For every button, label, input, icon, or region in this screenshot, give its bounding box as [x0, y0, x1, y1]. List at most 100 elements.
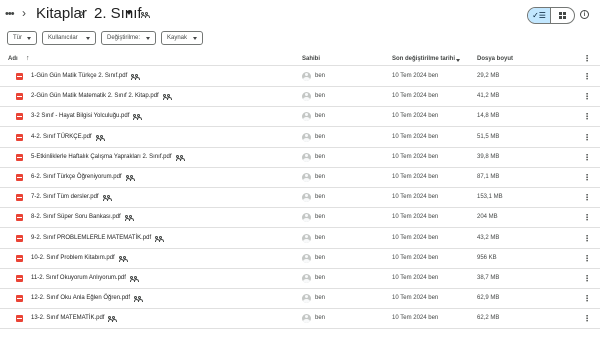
pdf-icon	[16, 234, 23, 242]
pdf-icon	[16, 194, 23, 202]
file-size: 51,5 MB	[477, 133, 500, 140]
sort-arrow-icon[interactable]: ↑	[26, 55, 30, 62]
filter-source-label: Kaynak	[167, 35, 188, 41]
more-vert-icon[interactable]: ⋮	[583, 93, 591, 101]
file-owner: ben	[315, 133, 326, 140]
chevron-down-icon[interactable]	[126, 11, 132, 15]
more-vert-icon[interactable]: ⋮	[583, 234, 591, 243]
breadcrumb-current[interactable]: 2. Sınıf	[94, 5, 142, 22]
file-name: 9-2. Sınıf PROBLEMLERLE MATEMATİK.pdf	[31, 234, 152, 241]
more-vert-icon[interactable]: ⋮	[583, 153, 591, 162]
more-vert-icon[interactable]: ⋮	[583, 174, 591, 182]
file-size: 87,1 MB	[477, 174, 500, 180]
file-row[interactable]: 6-2. Sınıf Türkçe Öğreniyorum.pdf ben 10 T…	[0, 168, 600, 188]
info-icon[interactable]: i	[580, 10, 589, 19]
file-row[interactable]: 11-2. Sınıf Okuyorum Anlıyorum.pdf ben 10 …	[0, 269, 600, 289]
file-size: 14,8 MB	[477, 113, 500, 120]
file-modified: 10 Tem 2024 ben	[392, 275, 439, 281]
avatar	[302, 152, 311, 162]
file-modified: 10 Tem 2024 ben	[392, 295, 439, 302]
view-toggle: ✓☰	[527, 7, 575, 24]
column-modified-header[interactable]: Son değiştirilme tarihi	[392, 56, 455, 62]
avatar	[302, 173, 311, 182]
pdf-icon	[16, 275, 23, 282]
file-owner: ben	[315, 93, 326, 100]
file-owner: ben	[315, 295, 326, 302]
avatar	[302, 233, 311, 243]
column-size-header[interactable]: Dosya boyut	[477, 56, 513, 62]
shared-people-icon	[108, 316, 117, 323]
file-row[interactable]: 7-2. Sınıf Tüm dersler.pdf ben 10 Tem 2024…	[0, 188, 600, 209]
filter-people-chip[interactable]: Kullanıcılar	[42, 31, 96, 45]
file-row[interactable]: 13-2. Sınıf MATEMATİK.pdf ben 10 Tem 2024 …	[0, 309, 600, 330]
more-vert-icon[interactable]: ⋮	[583, 55, 591, 63]
file-owner: ben	[315, 315, 326, 322]
shared-people-icon	[130, 276, 139, 282]
pdf-icon	[16, 315, 23, 323]
pdf-icon	[16, 153, 23, 161]
file-name: 13-2. Sınıf MATEMATİK.pdf	[31, 315, 105, 322]
pdf-icon	[16, 93, 23, 101]
file-row[interactable]: 12-2. Sınıf Oku Anla Eğlen Öğren.pdf ben 1…	[0, 289, 600, 310]
more-vert-icon[interactable]: ⋮	[583, 214, 591, 222]
filter-modified-chip[interactable]: Değiştirilme:	[101, 31, 156, 45]
file-modified: 10 Tem 2024 ben	[392, 214, 439, 221]
list-view-button[interactable]: ✓☰	[528, 8, 552, 23]
avatar	[302, 274, 311, 283]
file-row[interactable]: 5-Etkinliklerle Haftalık Çalışma Yaprakl…	[0, 148, 600, 168]
shared-people-icon	[119, 255, 128, 262]
grid-icon	[559, 12, 566, 19]
file-size: 62,2 MB	[477, 315, 500, 322]
file-row[interactable]: 2-Gün Gün Matik Matematik 2. Sınıf 2. Ki…	[0, 87, 600, 108]
file-row[interactable]: 3-2 Sınıf - Hayat Bilgisi Yolculuğu.pdf b…	[0, 107, 600, 128]
filter-type-chip[interactable]: Tür	[7, 31, 37, 45]
more-vert-icon[interactable]: ⋮	[583, 73, 591, 81]
more-vert-icon[interactable]: ⋮	[583, 295, 591, 303]
file-row[interactable]: 8-2. Sınıf Süper Soru Bankası.pdf ben 10 T…	[0, 208, 600, 229]
more-vert-icon[interactable]: ⋮	[583, 113, 591, 121]
more-vert-icon[interactable]: ⋮	[583, 194, 591, 202]
pdf-icon	[16, 254, 23, 262]
more-vert-icon[interactable]: ⋮	[583, 254, 591, 263]
chevron-down-icon	[27, 37, 31, 40]
more-vert-icon[interactable]: ⋮	[583, 133, 591, 142]
filter-type-label: Tür	[13, 35, 22, 41]
file-owner: ben	[315, 113, 326, 120]
more-vert-icon[interactable]: ⋮	[583, 315, 591, 323]
filter-source-chip[interactable]: Kaynak	[161, 31, 203, 45]
file-row[interactable]: 10-2. Sınıf Problem Kitabım.pdf ben 10 Tem…	[0, 249, 600, 269]
file-modified: 10 Tem 2024 ben	[392, 315, 439, 322]
file-name: 12-2. Sınıf Oku Anla Eğlen Öğren.pdf	[31, 295, 131, 302]
file-name: 4-2. Sınıf TÜRKÇE.pdf	[31, 133, 92, 140]
file-modified: 10 Tem 2024 ben	[392, 254, 439, 261]
file-size: 204 MB	[477, 214, 498, 221]
file-modified: 10 Tem 2024 ben	[392, 153, 439, 160]
more-vert-icon[interactable]: ⋮	[583, 275, 591, 283]
file-name: 8-2. Sınıf Süper Soru Bankası.pdf	[31, 214, 121, 221]
pdf-icon	[16, 133, 23, 141]
sort-down-icon[interactable]	[456, 59, 460, 62]
file-name: 10-2. Sınıf Problem Kitabım.pdf	[31, 254, 115, 261]
file-name: 7-2. Sınıf Tüm dersler.pdf	[31, 194, 99, 201]
column-name-header[interactable]: Adı	[8, 56, 18, 62]
chevron-down-icon	[193, 37, 197, 40]
breadcrumb-separator: ›	[22, 6, 26, 20]
file-owner: ben	[315, 214, 326, 221]
breadcrumb-separator: ›	[80, 6, 84, 20]
file-list-header: Adı ↑ Sahibi Son değiştirilme tarihi Dos…	[0, 52, 600, 66]
file-modified: 10 Tem 2024 ben	[392, 73, 439, 79]
avatar	[302, 132, 311, 142]
file-size: 29,2 MB	[477, 73, 500, 79]
file-row[interactable]: 4-2. Sınıf TÜRKÇE.pdf ben 10 Tem 2024 ben 5…	[0, 128, 600, 148]
file-owner: ben	[315, 254, 326, 261]
file-owner: ben	[315, 174, 326, 180]
file-modified: 10 Tem 2024 ben	[392, 234, 439, 241]
breadcrumb-more-icon[interactable]: •••	[5, 8, 15, 20]
file-row[interactable]: 1-Gün Gün Matik Türkçe 2. Sınıf.pdf ben 10…	[0, 67, 600, 87]
grid-view-button[interactable]	[551, 8, 574, 23]
chevron-down-icon	[86, 37, 90, 40]
shared-people-icon	[125, 215, 134, 222]
shared-people-icon	[133, 114, 142, 121]
shared-people-icon	[134, 296, 143, 303]
file-row[interactable]: 9-2. Sınıf PROBLEMLERLE MATEMATİK.pdf ben…	[0, 229, 600, 249]
